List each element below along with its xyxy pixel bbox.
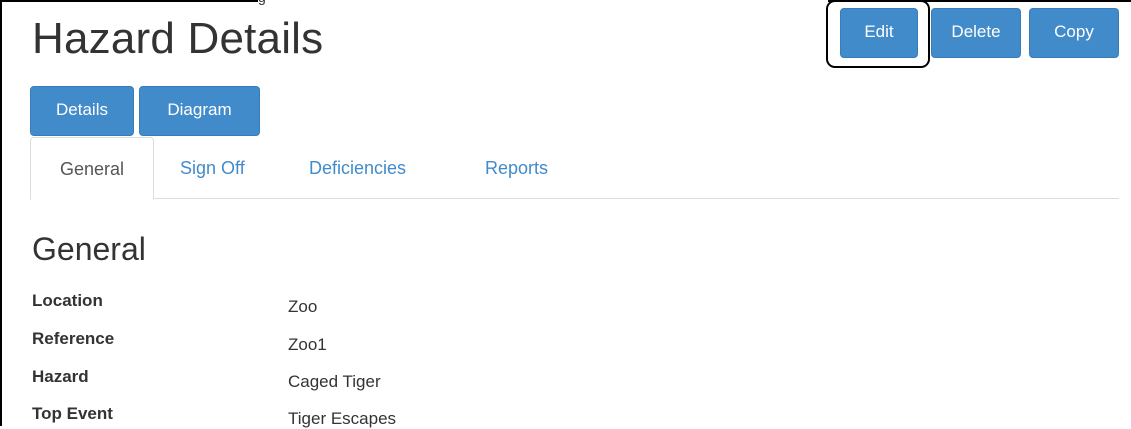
field-label-reference: Reference [32,329,115,348]
field-value-location: Zoo [288,297,318,316]
field-label-location: Location [32,291,103,310]
tab-bar: General Sign Off Deficiencies Reports [30,137,1119,200]
screenshot-frame-left [0,0,2,426]
tab-general[interactable]: General [30,137,154,200]
field-value-hazard: Caged Tiger [288,372,381,391]
section-title: General [32,231,146,267]
details-button[interactable]: Details [30,86,134,136]
field-value-reference: Zoo1 [288,335,327,354]
copy-button[interactable]: Copy [1029,8,1119,58]
clipped-text: g [258,0,266,5]
tab-sign-off[interactable]: Sign Off [180,137,245,199]
page-title: Hazard Details [32,14,324,63]
edit-button[interactable]: Edit [840,8,918,58]
tab-deficiencies[interactable]: Deficiencies [309,137,406,199]
field-label-top-event: Top Event [32,404,113,423]
tab-reports[interactable]: Reports [485,137,548,199]
diagram-button[interactable]: Diagram [139,86,260,136]
frame-gap [258,0,828,3]
field-value-top-event: Tiger Escapes [288,409,397,428]
field-label-hazard: Hazard [32,367,89,386]
delete-button[interactable]: Delete [931,8,1021,58]
